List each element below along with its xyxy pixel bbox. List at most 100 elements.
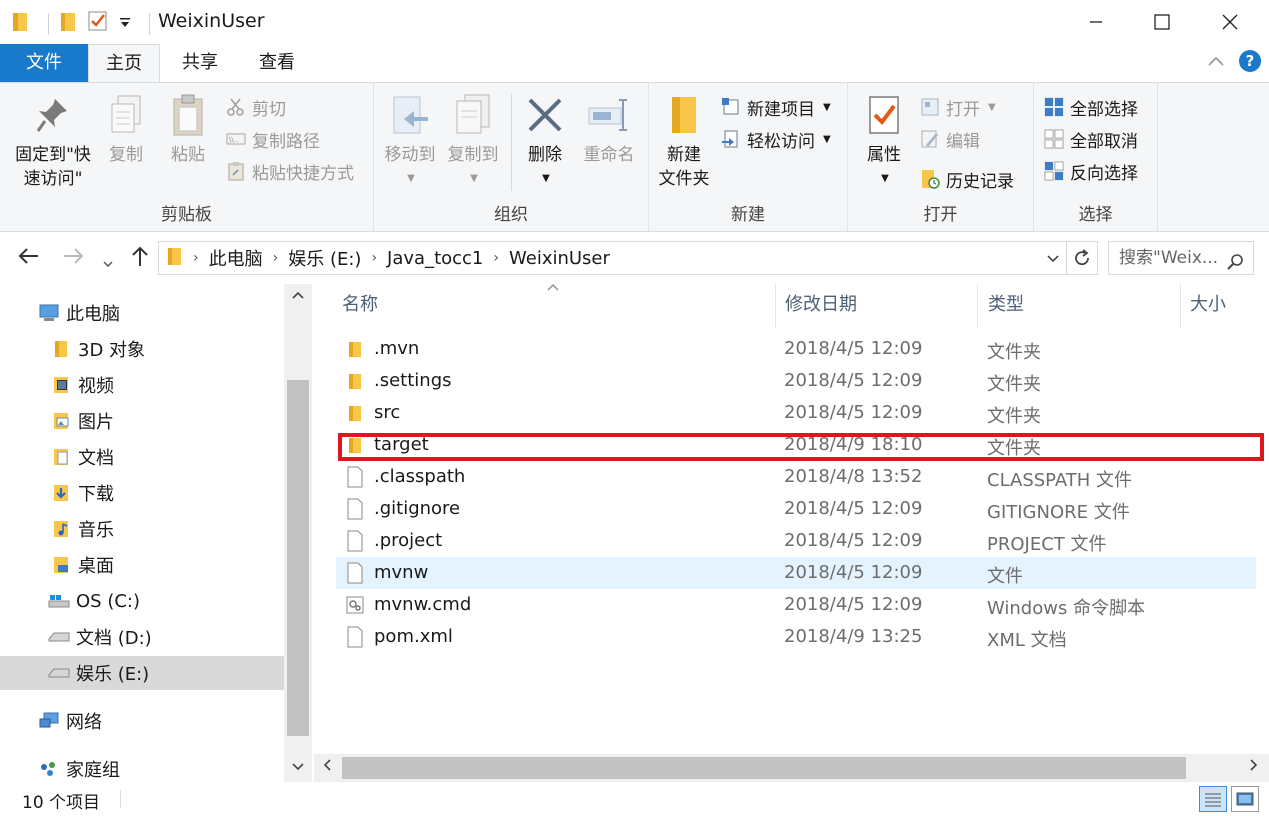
breadcrumb-item[interactable]: 娱乐 (E:) xyxy=(288,245,361,271)
computer-icon xyxy=(38,302,60,324)
nav-pane-scrollbar[interactable] xyxy=(284,284,312,782)
move-to-button[interactable]: 移动到 ▼ xyxy=(380,91,440,191)
help-button[interactable]: ? xyxy=(1239,50,1261,72)
breadcrumb-item[interactable]: 此电脑 xyxy=(209,245,263,271)
new-folder-button[interactable]: 新建 文件夹 xyxy=(653,91,715,191)
paste-button[interactable]: 粘贴 xyxy=(160,91,216,167)
recent-locations-button[interactable] xyxy=(102,250,114,274)
forward-button[interactable] xyxy=(62,246,84,270)
nav-item-documents[interactable]: 文档 xyxy=(0,440,284,474)
rename-button[interactable]: 重命名 xyxy=(576,91,642,167)
nav-item-3d-objects[interactable]: 3D 对象 xyxy=(0,332,284,366)
chevron-up-icon[interactable] xyxy=(291,288,305,304)
minimize-button[interactable] xyxy=(1063,0,1129,44)
file-date: 2018/4/5 12:09 xyxy=(784,594,923,615)
details-view-button[interactable] xyxy=(1199,786,1227,812)
search-input[interactable]: 搜索"Weix... xyxy=(1108,241,1254,275)
column-header-name[interactable]: 名称 xyxy=(332,284,776,328)
address-history-button[interactable] xyxy=(1040,248,1066,269)
close-button[interactable] xyxy=(1197,0,1263,44)
copy-path-button[interactable]: \\.. 复制路径 xyxy=(226,125,320,153)
nav-item-homegroup[interactable]: 家庭组 xyxy=(0,752,284,782)
scrollbar-thumb[interactable] xyxy=(342,757,1186,779)
new-folder-qat-icon[interactable] xyxy=(59,10,77,37)
large-icons-view-button[interactable] xyxy=(1231,786,1259,812)
tab-file[interactable]: 文件 xyxy=(0,44,88,82)
clipboard-group: 固定到"快 速访问" 复制 粘贴 剪切 \\.. 复制路径 粘贴快捷方式 剪贴板 xyxy=(0,83,374,231)
select-none-button[interactable]: 全部取消 xyxy=(1044,125,1138,153)
breadcrumb-item[interactable]: WeixinUser xyxy=(509,248,610,269)
open-button[interactable]: 打开 ▼ xyxy=(920,93,996,121)
nav-item-pictures[interactable]: 图片 xyxy=(0,404,284,438)
history-label: 历史记录 xyxy=(946,171,1014,192)
file-row[interactable]: mvnw.cmd 2018/4/5 12:09 Windows 命令脚本 xyxy=(336,589,1256,621)
tab-view[interactable]: 查看 xyxy=(242,44,312,82)
chevron-right-icon[interactable]: › xyxy=(493,250,499,266)
scrollbar-thumb[interactable] xyxy=(287,380,309,736)
edit-button[interactable]: 编辑 xyxy=(920,125,980,153)
nav-item-videos[interactable]: 视频 xyxy=(0,368,284,402)
file-row[interactable]: src 2018/4/5 12:09 文件夹 xyxy=(336,397,1256,429)
file-row[interactable]: .settings 2018/4/5 12:09 文件夹 xyxy=(336,365,1256,397)
nav-item-label: 图片 xyxy=(78,412,114,433)
properties-button[interactable]: 属性 ▼ xyxy=(854,91,914,191)
nav-item-entertainment-e[interactable]: 娱乐 (E:) xyxy=(0,656,284,690)
file-name: .project xyxy=(374,530,443,551)
file-row[interactable]: .gitignore 2018/4/5 12:09 GITIGNORE 文件 xyxy=(336,493,1256,525)
nav-item-music[interactable]: 音乐 xyxy=(0,512,284,546)
back-button[interactable] xyxy=(18,246,40,270)
column-header-type[interactable]: 类型 xyxy=(978,284,1181,328)
file-row[interactable]: .classpath 2018/4/8 13:52 CLASSPATH 文件 xyxy=(336,461,1256,493)
paste-shortcut-button[interactable]: 粘贴快捷方式 xyxy=(226,157,354,185)
chevron-right-icon[interactable]: › xyxy=(371,250,377,266)
nav-item-documents-d[interactable]: 文档 (D:) xyxy=(0,620,284,654)
delete-button[interactable]: 删除 ▼ xyxy=(518,91,572,191)
select-all-button[interactable]: 全部选择 xyxy=(1044,93,1138,121)
nav-item-network[interactable]: 网络 xyxy=(0,704,284,738)
nav-item-label: 音乐 xyxy=(78,520,114,541)
file-list-horizontal-scrollbar[interactable] xyxy=(314,754,1269,782)
chevron-right-icon[interactable]: › xyxy=(193,250,199,266)
cut-button[interactable]: 剪切 xyxy=(226,93,286,121)
easy-access-button[interactable]: 轻松访问 ▼ xyxy=(721,125,831,153)
paste-label: 粘贴 xyxy=(171,145,205,165)
network-icon xyxy=(38,710,60,732)
maximize-button[interactable] xyxy=(1129,0,1195,44)
customize-qat-icon[interactable] xyxy=(119,13,131,34)
file-row[interactable]: mvnw 2018/4/5 12:09 文件 xyxy=(336,557,1256,589)
file-name: src xyxy=(374,402,401,423)
copy-button[interactable]: 复制 xyxy=(100,91,152,167)
pin-quick-access-button[interactable]: 固定到"快 速访问" xyxy=(8,91,98,191)
tab-share[interactable]: 共享 xyxy=(165,44,235,82)
history-button[interactable]: 历史记录 xyxy=(920,165,1014,193)
file-row[interactable]: pom.xml 2018/4/9 13:25 XML 文档 xyxy=(336,621,1256,653)
up-button[interactable] xyxy=(130,246,150,273)
properties-qat-icon[interactable] xyxy=(87,10,109,37)
column-header-modified[interactable]: 修改日期 xyxy=(775,284,978,328)
breadcrumb-item[interactable]: Java_tocc1 xyxy=(387,248,483,269)
refresh-button[interactable] xyxy=(1066,242,1097,274)
search-icon[interactable] xyxy=(1227,250,1245,282)
tab-home[interactable]: 主页 xyxy=(88,44,160,82)
nav-item-this-pc[interactable]: 此电脑 xyxy=(0,296,284,330)
invert-selection-button[interactable]: 反向选择 xyxy=(1044,157,1138,185)
collapse-ribbon-button[interactable] xyxy=(1207,51,1225,72)
nav-item-os-c[interactable]: OS (C:) xyxy=(0,584,284,618)
address-bar[interactable]: › 此电脑 › 娱乐 (E:) › Java_tocc1 › WeixinUse… xyxy=(158,241,1098,275)
copy-to-button[interactable]: 复制到 ▼ xyxy=(442,91,504,191)
chevron-right-icon[interactable] xyxy=(1249,758,1259,776)
new-item-button[interactable]: 新建项目 ▼ xyxy=(721,93,831,121)
file-date: 2018/4/9 13:25 xyxy=(784,626,923,647)
nav-item-downloads[interactable]: 下载 xyxy=(0,476,284,510)
dropdown-caret-icon: ▼ xyxy=(823,101,831,113)
nav-item-desktop[interactable]: 桌面 xyxy=(0,548,284,582)
column-header-size[interactable]: 大小 xyxy=(1180,284,1260,328)
new-item-icon xyxy=(721,97,741,117)
file-row[interactable]: .project 2018/4/5 12:09 PROJECT 文件 xyxy=(336,525,1256,557)
chevron-left-icon[interactable] xyxy=(322,758,332,776)
file-row[interactable]: .mvn 2018/4/5 12:09 文件夹 xyxy=(336,333,1256,365)
nav-item-label: 视频 xyxy=(78,376,114,397)
chevron-down-icon[interactable] xyxy=(291,760,305,776)
select-none-label: 全部取消 xyxy=(1070,131,1138,152)
chevron-right-icon[interactable]: › xyxy=(273,250,279,266)
